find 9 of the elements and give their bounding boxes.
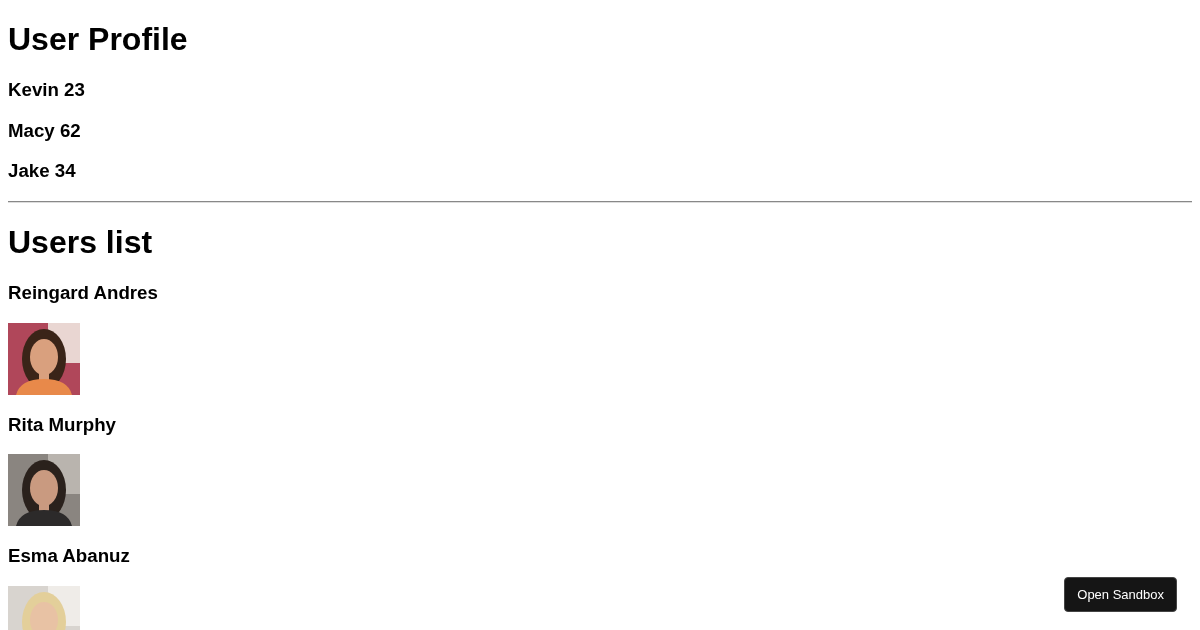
user-name: Esma Abanuz: [8, 544, 131, 567]
user-name: Rita Murphy: [8, 413, 117, 436]
user-name: Reingard Andres: [8, 282, 159, 305]
open-sandbox-button[interactable]: Open Sandbox: [1064, 577, 1177, 612]
section-title: Users list: [8, 224, 154, 262]
profile-entry: Jake 34: [8, 160, 77, 183]
page-title: User Profile: [8, 21, 189, 59]
profile-entry: Kevin 23: [8, 79, 86, 102]
profile-entry: Macy 62: [8, 119, 82, 142]
